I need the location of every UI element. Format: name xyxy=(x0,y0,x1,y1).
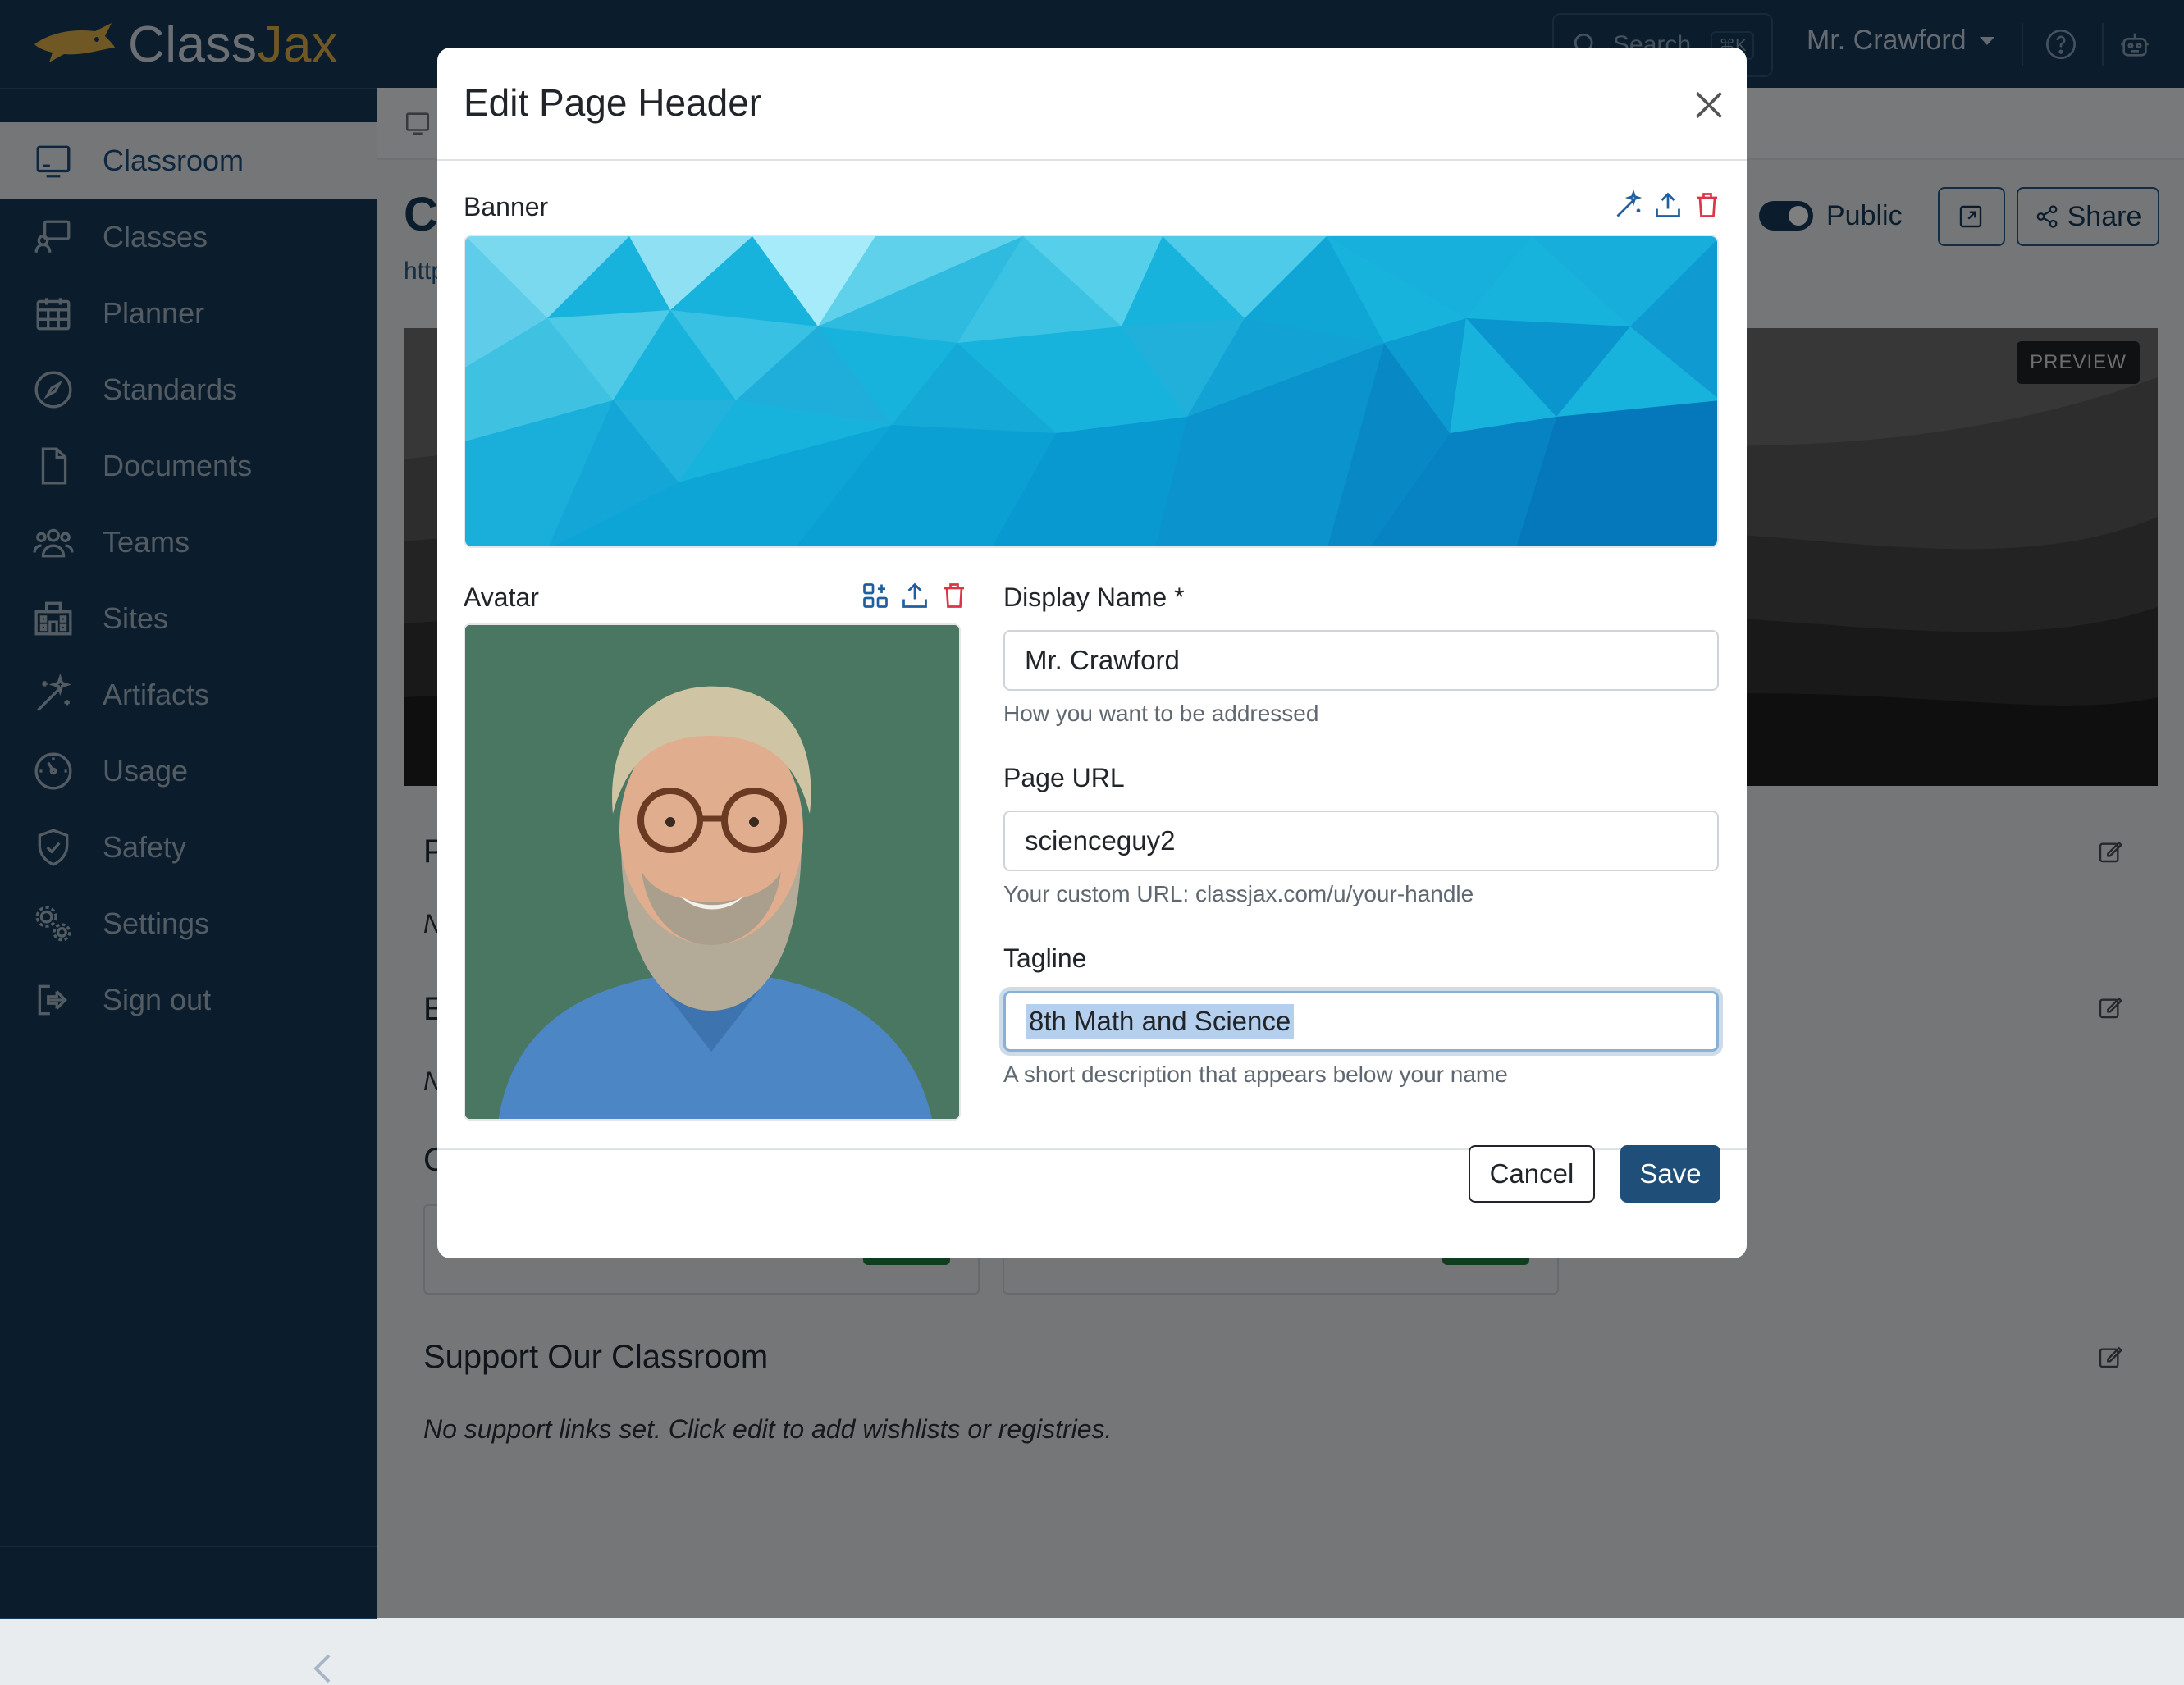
display-name-help: How you want to be addressed xyxy=(1003,701,1319,726)
low-poly-banner xyxy=(465,236,1717,546)
ai-generate-icon[interactable] xyxy=(861,581,890,610)
page-url-help: Your custom URL: classjax.com/u/your-han… xyxy=(1003,881,1474,906)
avatar-label: Avatar xyxy=(464,582,539,612)
display-name-input[interactable]: Mr. Crawford xyxy=(1003,630,1719,691)
trash-icon[interactable] xyxy=(939,581,969,610)
divider xyxy=(437,159,1747,161)
cancel-button[interactable]: Cancel xyxy=(1469,1145,1595,1203)
page-url-input[interactable]: scienceguy2 xyxy=(1003,811,1719,871)
display-name-value: Mr. Crawford xyxy=(1025,645,1180,675)
magic-wand-icon[interactable] xyxy=(1614,190,1643,220)
modal-title: Edit Page Header xyxy=(464,81,762,124)
chevron-left-icon[interactable] xyxy=(310,1652,335,1685)
upload-icon[interactable] xyxy=(900,581,930,610)
teacher-portrait xyxy=(465,625,959,1119)
banner-image[interactable] xyxy=(464,235,1719,548)
tagline-label: Tagline xyxy=(1003,943,1087,973)
banner-label: Banner xyxy=(464,192,549,221)
close-icon[interactable] xyxy=(1691,87,1727,123)
save-button[interactable]: Save xyxy=(1620,1145,1720,1203)
tagline-input[interactable]: 8th Math and Science xyxy=(1003,991,1719,1052)
tagline-value: 8th Math and Science xyxy=(1026,1004,1295,1039)
page-url-label: Page URL xyxy=(1003,763,1125,792)
upload-icon[interactable] xyxy=(1653,190,1683,220)
trash-icon[interactable] xyxy=(1693,190,1722,220)
tagline-help: A short description that appears below y… xyxy=(1003,1062,1508,1087)
display-name-label: Display Name * xyxy=(1003,582,1185,612)
edit-page-header-modal: Edit Page Header Banner Avatar Display N… xyxy=(437,48,1747,1258)
avatar-image[interactable] xyxy=(464,623,961,1121)
page-url-value: scienceguy2 xyxy=(1025,825,1176,856)
